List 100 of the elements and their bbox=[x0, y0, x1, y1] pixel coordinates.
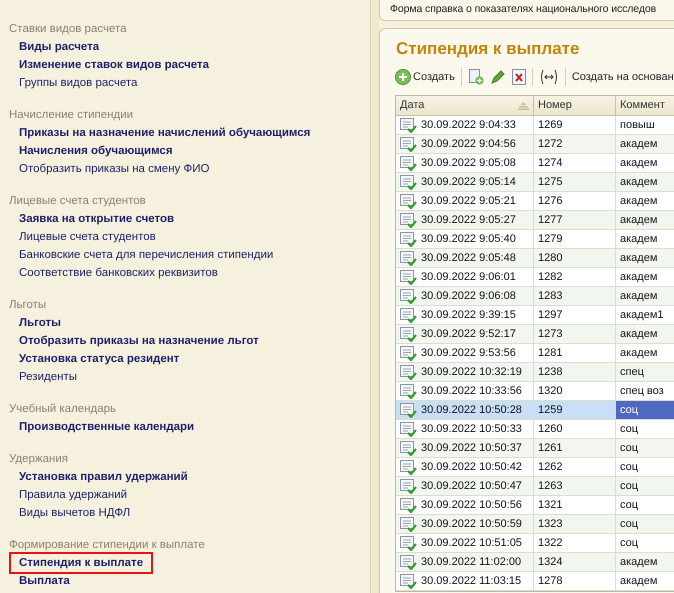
navigation-link[interactable]: Приказы на назначение начислений обучающимся bbox=[19, 124, 310, 142]
date-cell: 30.09.2022 9:06:01 bbox=[396, 268, 534, 287]
date-cell: 30.09.2022 9:05:21 bbox=[396, 192, 534, 211]
posted-document-icon bbox=[400, 346, 417, 360]
navigation-link[interactable]: Лицевые счета студентов bbox=[19, 228, 156, 246]
create-button[interactable]: Создать bbox=[395, 69, 455, 85]
posted-document-icon bbox=[400, 250, 417, 266]
date-cell: 30.09.2022 9:53:56 bbox=[396, 344, 534, 363]
number-cell: 1277 bbox=[534, 211, 616, 230]
posted-document-icon bbox=[400, 478, 417, 494]
delete-icon bbox=[512, 69, 526, 85]
number-cell: 1261 bbox=[534, 439, 616, 458]
form-title: Стипендия к выплате bbox=[396, 38, 580, 60]
link-button[interactable] bbox=[538, 69, 559, 85]
number-cell: 1276 bbox=[534, 192, 616, 211]
posted-document-icon bbox=[400, 422, 417, 436]
navigation-link[interactable]: Начисления обучающимся bbox=[19, 142, 173, 160]
date-cell: 30.09.2022 10:51:05 bbox=[396, 534, 534, 553]
form-tab[interactable]: Форма справка о показателях национального исследов bbox=[379, 0, 674, 21]
posted-document-icon bbox=[400, 516, 417, 532]
column-header[interactable]: Коммент bbox=[616, 96, 674, 116]
navigation-link[interactable]: Отобразить приказы на назначение льгот bbox=[19, 332, 259, 350]
date-cell: 30.09.2022 10:32:19 bbox=[396, 363, 534, 382]
navigation-link[interactable]: Отобразить приказы на смену ФИО bbox=[19, 160, 210, 178]
delete-button[interactable] bbox=[512, 69, 526, 85]
copy-document-icon bbox=[468, 69, 484, 85]
comment-cell: соц bbox=[616, 515, 674, 534]
date-cell: 30.09.2022 9:05:40 bbox=[396, 230, 534, 249]
date-cell: 30.09.2022 10:50:56 bbox=[396, 496, 534, 515]
posted-document-icon bbox=[400, 574, 417, 588]
comment-cell: академ bbox=[616, 135, 674, 154]
date-cell: 30.09.2022 10:50:47 bbox=[396, 477, 534, 496]
navigation-link[interactable]: Виды вычетов НДФЛ bbox=[19, 504, 130, 522]
number-cell: 1323 bbox=[534, 515, 616, 534]
number-cell: 1320 bbox=[534, 382, 616, 401]
section-heading: Учебный календарь bbox=[9, 402, 118, 417]
column-header[interactable]: Дата bbox=[396, 96, 534, 116]
posted-document-icon bbox=[400, 402, 417, 418]
comment-cell: академ bbox=[616, 249, 674, 268]
number-cell: 1297 bbox=[534, 306, 616, 325]
date-cell: 30.09.2022 9:04:56 bbox=[396, 135, 534, 154]
navigation-link[interactable]: Группы видов расчета bbox=[19, 74, 138, 92]
copy-button[interactable] bbox=[468, 69, 484, 85]
comment-cell: академ bbox=[616, 553, 674, 572]
section-heading: Ставки видов расчета bbox=[9, 22, 128, 37]
posted-document-icon bbox=[400, 554, 417, 570]
navigation-link[interactable]: Установка статуса резидент bbox=[19, 350, 180, 368]
date-cell: 30.09.2022 9:06:08 bbox=[396, 287, 534, 306]
posted-document-icon bbox=[400, 194, 417, 208]
number-cell: 1281 bbox=[534, 344, 616, 363]
posted-document-icon bbox=[400, 136, 417, 152]
number-cell: 1282 bbox=[534, 268, 616, 287]
navigation-link[interactable]: Изменение ставок видов расчета bbox=[19, 56, 210, 74]
number-cell: 1275 bbox=[534, 173, 616, 192]
date-cell: 30.09.2022 10:50:42 bbox=[396, 458, 534, 477]
navigation-link[interactable]: Банковские счета для перечисления стипендии bbox=[19, 246, 274, 264]
number-cell: 1272 bbox=[534, 135, 616, 154]
posted-document-icon bbox=[400, 270, 417, 284]
posted-document-icon bbox=[400, 118, 417, 132]
date-cell: 30.09.2022 9:52:17 bbox=[396, 325, 534, 344]
sort-icon bbox=[518, 102, 529, 110]
navigation-link[interactable]: Производственные календари bbox=[19, 418, 194, 436]
posted-document-icon bbox=[400, 232, 417, 246]
navigation-link[interactable]: Виды расчета bbox=[19, 38, 100, 56]
comment-cell: спец bbox=[616, 363, 674, 382]
section-heading: Начисление стипендии bbox=[9, 108, 134, 123]
date-cell: 30.09.2022 9:05:14 bbox=[396, 173, 534, 192]
navigation-link[interactable]: Правила удержаний bbox=[19, 486, 128, 504]
number-cell: 1279 bbox=[534, 230, 616, 249]
number-cell: 1321 bbox=[534, 496, 616, 515]
number-cell: 1278 bbox=[534, 572, 616, 591]
number-cell: 1280 bbox=[534, 249, 616, 268]
number-cell: 1274 bbox=[534, 154, 616, 173]
date-cell: 30.09.2022 9:04:33 bbox=[396, 116, 534, 135]
comment-cell: академ bbox=[616, 287, 674, 306]
posted-document-icon bbox=[400, 174, 417, 190]
navigation-link[interactable]: Соответствие банковских реквизитов bbox=[19, 264, 218, 282]
number-cell: 1263 bbox=[534, 477, 616, 496]
column-header[interactable]: Номер bbox=[534, 96, 616, 116]
edit-button[interactable] bbox=[490, 69, 506, 85]
posted-document-icon bbox=[400, 460, 417, 474]
posted-document-icon bbox=[400, 384, 417, 398]
date-cell: 30.09.2022 10:50:28 bbox=[396, 401, 534, 420]
navigation-link[interactable]: Установка правил удержаний bbox=[19, 468, 188, 486]
number-cell: 1322 bbox=[534, 534, 616, 553]
link-arrows-icon bbox=[538, 69, 559, 85]
add-icon bbox=[395, 69, 411, 85]
comment-cell: соц bbox=[616, 477, 674, 496]
create-based-on-button[interactable]: Создать на основан bbox=[572, 71, 674, 83]
navigation-link[interactable]: Стипендия к выплате bbox=[11, 554, 152, 572]
posted-document-icon bbox=[400, 308, 417, 322]
comment-cell: соц bbox=[616, 439, 674, 458]
pencil-icon bbox=[490, 69, 506, 85]
navigation-link[interactable]: Заявка на открытие счетов bbox=[19, 210, 174, 228]
number-cell: 1269 bbox=[534, 116, 616, 135]
navigation-link[interactable]: Выплата bbox=[19, 572, 70, 590]
number-cell: 1283 bbox=[534, 287, 616, 306]
posted-document-icon bbox=[400, 212, 417, 228]
navigation-link[interactable]: Резиденты bbox=[19, 368, 77, 386]
navigation-link[interactable]: Льготы bbox=[19, 314, 61, 332]
